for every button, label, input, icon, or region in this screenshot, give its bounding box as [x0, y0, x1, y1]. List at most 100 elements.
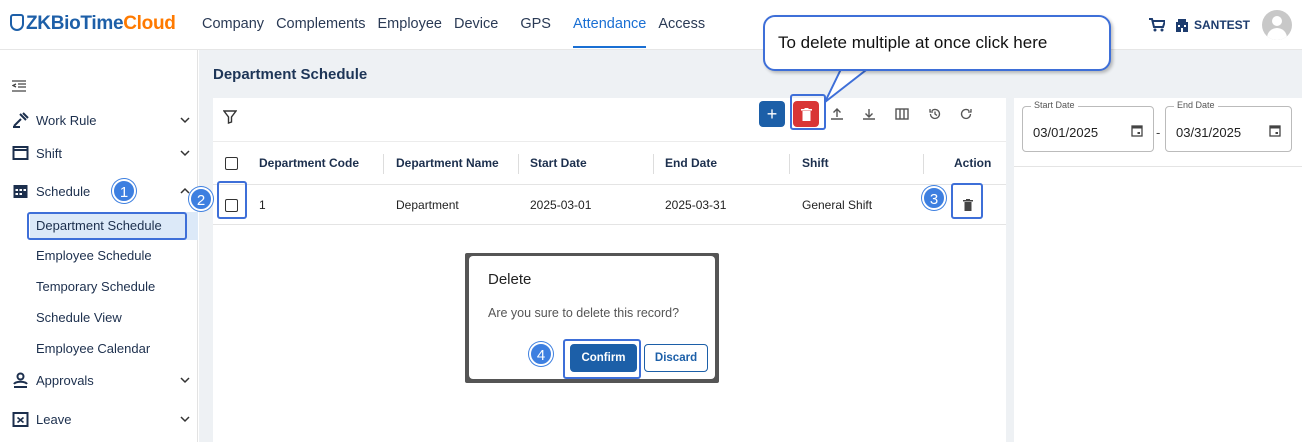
- column-divider: [923, 154, 924, 174]
- start-date-value: 03/01/2025: [1033, 125, 1099, 140]
- nav-gps[interactable]: GPS: [520, 16, 551, 48]
- table-header: Department Code Department Name Start Da…: [213, 141, 1006, 185]
- nav-device[interactable]: Device: [454, 16, 498, 48]
- end-date-label: End Date: [1174, 100, 1218, 110]
- sidebar-label: Schedule: [36, 183, 91, 199]
- col-header-end[interactable]: End Date: [665, 142, 717, 184]
- sidebar-item-approvals[interactable]: Approvals: [0, 365, 198, 395]
- sidebar-sub-temporary-schedule[interactable]: Temporary Schedule: [30, 273, 198, 301]
- shield-logo-icon: [10, 14, 24, 31]
- logo-cloud: Cloud: [123, 13, 176, 34]
- history-icon: [929, 108, 941, 120]
- cell-department-code: 1: [259, 197, 266, 212]
- cart-icon[interactable]: [1148, 18, 1165, 32]
- columns-icon: [895, 108, 909, 120]
- chevron-down-icon: [180, 117, 190, 124]
- column-divider: [518, 154, 519, 174]
- calendar-picker-icon[interactable]: [1269, 124, 1281, 137]
- cell-start-date: 2025-03-01: [530, 197, 592, 212]
- column-divider: [653, 154, 654, 174]
- app-root: ZKBioTimeCloud Company Complements Emplo…: [0, 0, 1302, 442]
- cell-department-name: Department: [396, 197, 459, 212]
- discard-button[interactable]: Discard: [644, 344, 708, 372]
- calendar-picker-icon[interactable]: [1131, 124, 1143, 137]
- sidebar-label: Work Rule: [36, 112, 97, 128]
- nav-attendance[interactable]: Attendance: [572, 16, 647, 48]
- chevron-down-icon: [180, 416, 190, 423]
- end-date-field[interactable]: End Date 03/31/2025: [1165, 100, 1292, 152]
- chevron-down-icon: [180, 377, 190, 384]
- dialog-title: Delete: [488, 271, 532, 288]
- sidebar-item-shift[interactable]: Shift: [0, 138, 198, 168]
- sidebar-item-schedule[interactable]: Schedule: [0, 176, 198, 206]
- sidebar-label: Leave: [36, 411, 72, 427]
- avatar[interactable]: [1262, 10, 1292, 40]
- sidebar-sub-schedule-view[interactable]: Schedule View: [30, 304, 198, 332]
- logo-brand: ZKBioTime: [26, 13, 124, 34]
- confirm-button[interactable]: Confirm: [570, 344, 637, 372]
- leave-icon: [12, 412, 29, 427]
- chevron-up-icon: [180, 187, 190, 194]
- cell-end-date: 2025-03-31: [665, 197, 727, 212]
- main-nav: Company Complements Employee Device GPS …: [202, 16, 717, 48]
- date-separator: -: [1156, 125, 1161, 140]
- app-logo[interactable]: ZKBioTimeCloud: [10, 13, 176, 35]
- nav-employee[interactable]: Employee: [378, 16, 442, 48]
- col-header-name[interactable]: Department Name: [396, 142, 499, 184]
- filter-icon[interactable]: [223, 110, 237, 124]
- add-button[interactable]: +: [759, 101, 785, 127]
- select-all-checkbox[interactable]: [225, 157, 238, 170]
- trash-icon: [800, 107, 812, 121]
- cell-shift: General Shift: [802, 197, 873, 212]
- shift-icon: [12, 146, 29, 160]
- nav-complements[interactable]: Complements: [276, 16, 365, 48]
- callout-bubble: To delete multiple at once click here: [763, 15, 1111, 71]
- refresh-icon: [960, 108, 972, 120]
- collapse-menu-icon[interactable]: [12, 80, 26, 92]
- sidebar-label: Approvals: [36, 372, 94, 388]
- sidebar-item-leave[interactable]: Leave: [0, 404, 198, 434]
- columns-button[interactable]: [889, 101, 915, 127]
- delete-dialog: Delete Are you sure to delete this recor…: [469, 256, 715, 379]
- upload-icon: [831, 108, 843, 120]
- user-area: SANTEST: [1148, 10, 1292, 40]
- step-badge-2: 2: [189, 187, 213, 211]
- page-title: Department Schedule: [213, 66, 368, 83]
- bulk-delete-button[interactable]: [793, 101, 819, 127]
- sidebar-sub-employee-schedule[interactable]: Employee Schedule: [30, 242, 198, 270]
- row-delete-icon[interactable]: [963, 199, 973, 211]
- divider: [1014, 166, 1302, 167]
- column-divider: [789, 154, 790, 174]
- sidebar-sub-employee-calendar[interactable]: Employee Calendar: [30, 335, 198, 363]
- column-divider: [383, 154, 384, 174]
- sidebar-item-work-rule[interactable]: Work Rule: [0, 105, 198, 135]
- history-button[interactable]: [922, 101, 948, 127]
- end-date-value: 03/31/2025: [1176, 125, 1242, 140]
- callout-pointer: [824, 66, 871, 103]
- sidebar-sub-department-schedule[interactable]: Department Schedule: [30, 212, 198, 240]
- step-badge-3: 3: [922, 186, 946, 210]
- sidebar-label: Shift: [36, 145, 63, 161]
- main-content: Department Schedule + Department Code De…: [199, 50, 1302, 442]
- download-icon: [863, 109, 875, 120]
- start-date-label: Start Date: [1031, 100, 1078, 110]
- refresh-button[interactable]: [953, 101, 979, 127]
- col-header-code[interactable]: Department Code: [259, 142, 359, 184]
- user-name[interactable]: SANTEST: [1194, 18, 1250, 32]
- nav-company[interactable]: Company: [202, 16, 264, 48]
- chevron-down-icon: [180, 150, 190, 157]
- step-badge-4: 4: [529, 342, 553, 366]
- company-icon: [1175, 18, 1188, 32]
- dialog-message: Are you sure to delete this record?: [488, 306, 680, 320]
- nav-access[interactable]: Access: [658, 16, 705, 48]
- work-rule-icon: [13, 112, 29, 128]
- date-filter-panel: Start Date 03/01/2025 - End Date 03/31/2…: [1014, 98, 1302, 442]
- start-date-field[interactable]: Start Date 03/01/2025: [1022, 100, 1154, 152]
- table-row[interactable]: 1 Department 2025-03-01 2025-03-31 Gener…: [213, 185, 1006, 225]
- col-header-start[interactable]: Start Date: [530, 142, 587, 184]
- row-checkbox[interactable]: [225, 199, 238, 212]
- col-header-shift[interactable]: Shift: [802, 142, 829, 184]
- step-badge-1: 1: [112, 179, 136, 203]
- approvals-icon: [13, 372, 28, 388]
- sidebar: Work Rule Shift Schedule Department Sche…: [0, 50, 198, 442]
